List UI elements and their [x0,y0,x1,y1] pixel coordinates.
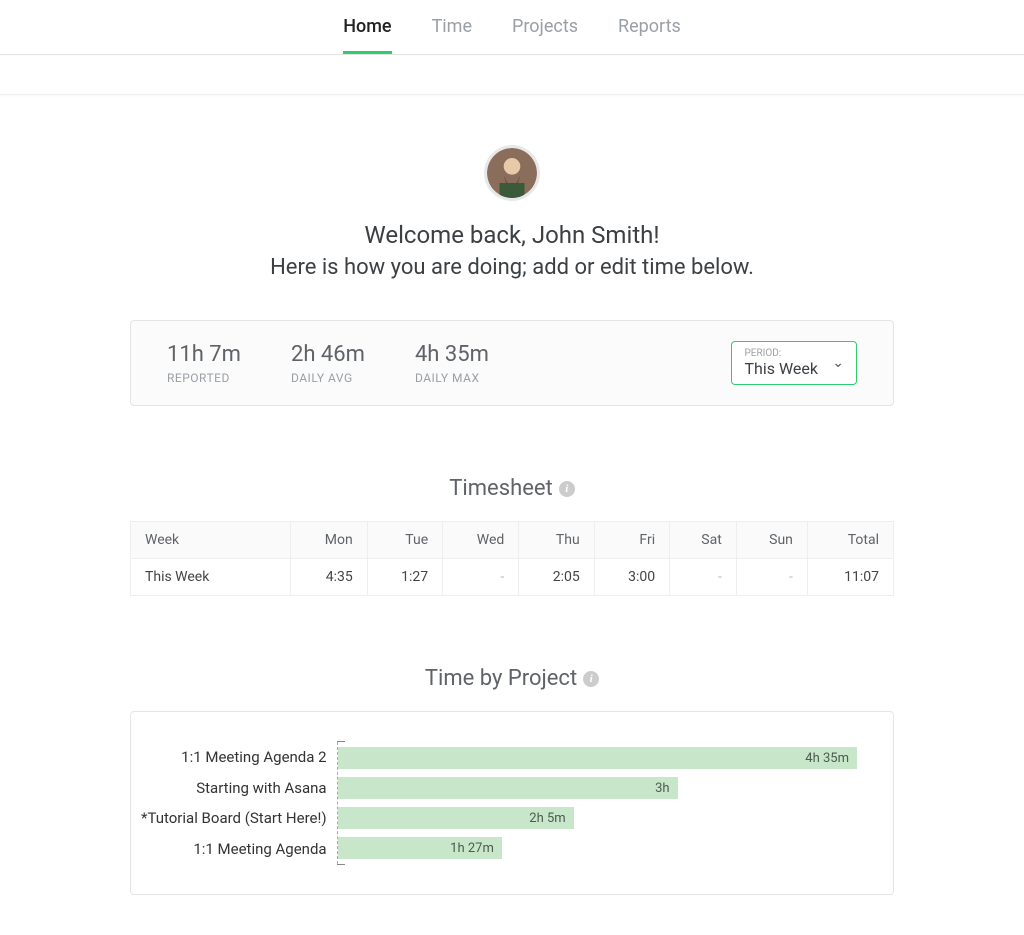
info-icon[interactable]: i [559,481,575,497]
time-by-project-heading: Time by Project i [130,666,894,691]
cell-mon[interactable]: 4:35 [291,559,368,596]
th-sat: Sat [670,522,737,559]
timesheet-table: Week Mon Tue Wed Thu Fri Sat Sun Total T… [130,521,894,596]
chart-bar-row: 1h 27m [338,834,857,862]
chevron-down-icon: ⌄ [832,355,844,371]
chart-bar-row: 4h 35m [338,744,857,772]
top-nav: Home Time Projects Reports [0,0,1024,55]
period-value: This Week [744,359,818,378]
period-select[interactable]: PERIOD: This Week ⌄ [731,341,857,385]
timesheet-title-text: Timesheet [449,476,552,501]
chart-bar[interactable]: 3h [338,777,678,799]
chart-bars: 4h 35m 3h 2h 5m 1h 27m [337,742,857,864]
cell-fri[interactable]: 3:00 [594,559,669,596]
cell-thu[interactable]: 2:05 [519,559,594,596]
welcome-subtitle: Here is how you are doing; add or edit t… [130,255,894,280]
stat-daily-max-label: DAILY MAX [415,371,489,385]
chart-y-labels: 1:1 Meeting Agenda 2 Starting with Asana*… [141,742,337,864]
chart-bar[interactable]: 2h 5m [338,807,574,829]
time-by-project-chart: 1:1 Meeting Agenda 2 Starting with Asana*… [130,711,894,895]
cell-sat[interactable]: - [670,559,737,596]
chart-bar-row: 3h [338,774,857,802]
chart-category-label: 1:1 Meeting Agenda 2 [141,743,327,771]
timesheet-header-row: Week Mon Tue Wed Thu Fri Sat Sun Total [131,522,894,559]
tab-time[interactable]: Time [432,0,472,54]
stats-box: 11h 7m REPORTED 2h 46m DAILY AVG 4h 35m … [130,320,894,406]
chart-bar-row: 2h 5m [338,804,857,832]
stat-daily-avg: 2h 46m DAILY AVG [291,342,365,385]
chart-content: 1:1 Meeting Agenda 2 Starting with Asana*… [141,742,857,864]
th-tue: Tue [367,522,442,559]
time-by-project-title-text: Time by Project [425,666,577,691]
timesheet-heading: Timesheet i [130,476,894,501]
th-thu: Thu [519,522,594,559]
welcome-block: Welcome back, John Smith! Here is how yo… [130,221,894,280]
chart-bar[interactable]: 4h 35m [338,747,857,769]
tab-projects[interactable]: Projects [512,0,578,54]
stat-reported-label: REPORTED [167,371,241,385]
timesheet-body: This Week 4:35 1:27 - 2:05 3:00 - - 11:0… [131,559,894,596]
th-week: Week [131,522,291,559]
chart-bar[interactable]: 1h 27m [338,837,502,859]
th-total: Total [807,522,893,559]
th-mon: Mon [291,522,368,559]
timesheet-head: Week Mon Tue Wed Thu Fri Sat Sun Total [131,522,894,559]
chart-category-label: 1:1 Meeting Agenda [141,835,327,863]
cell-sun[interactable]: - [736,559,807,596]
header-shadow [0,55,1024,95]
nav-tabs: Home Time Projects Reports [343,0,681,54]
th-fri: Fri [594,522,669,559]
cell-wed[interactable]: - [443,559,519,596]
stat-reported: 11h 7m REPORTED [167,342,241,385]
welcome-title: Welcome back, John Smith! [130,221,894,249]
th-sun: Sun [736,522,807,559]
stat-daily-max-value: 4h 35m [415,342,489,367]
period-label: PERIOD: [744,348,818,359]
stat-daily-avg-label: DAILY AVG [291,371,365,385]
avatar-image [487,148,537,198]
stat-daily-max: 4h 35m DAILY MAX [415,342,489,385]
tab-home[interactable]: Home [343,0,391,54]
info-icon[interactable]: i [583,671,599,687]
table-row[interactable]: This Week 4:35 1:27 - 2:05 3:00 - - 11:0… [131,559,894,596]
avatar-container [130,145,894,201]
cell-week-label: This Week [131,559,291,596]
stats-left: 11h 7m REPORTED 2h 46m DAILY AVG 4h 35m … [167,342,489,385]
user-avatar[interactable] [484,145,540,201]
chart-category-label: *Tutorial Board (Start Here!) [141,804,327,832]
tab-reports[interactable]: Reports [618,0,681,54]
stat-reported-value: 11h 7m [167,342,241,367]
stat-daily-avg-value: 2h 46m [291,342,365,367]
cell-tue[interactable]: 1:27 [367,559,442,596]
cell-total: 11:07 [807,559,893,596]
th-wed: Wed [443,522,519,559]
chart-category-label: Starting with Asana [141,774,327,802]
